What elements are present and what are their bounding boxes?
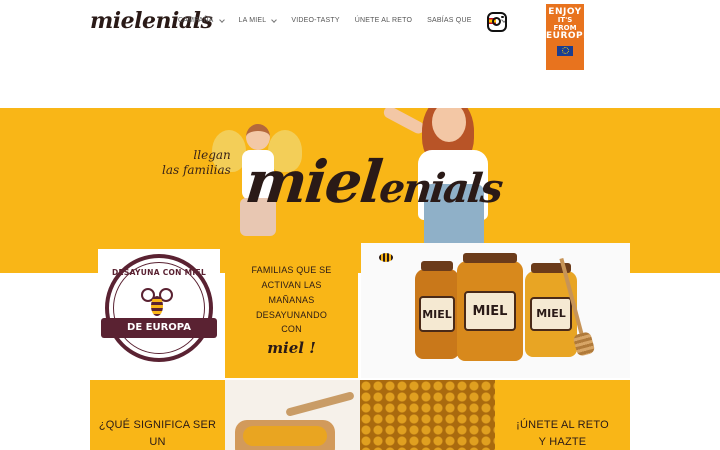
breakfast-line2: ACTIVAN LAS [261,279,322,290]
breakfast-message-tile[interactable]: FAMILIAS QUE SE ACTIVAN LAS MAÑANAS DESA… [225,243,358,378]
honey-toast-image[interactable] [225,380,360,450]
nav-item-campana[interactable]: CAMPAÑA [178,16,225,24]
nav-item-unete-al-reto[interactable]: ÚNETE AL RETO [355,17,412,24]
girl-head [246,124,270,150]
meaning-line2: UN [149,435,166,448]
hero-tagline: llegan las familias [162,148,231,178]
seal-band-text: DE EUROPA [101,318,217,338]
bee-icon [379,253,393,262]
breakfast-line3: MAÑANAS [268,294,315,305]
nav-item-video-tasty[interactable]: VIDEO-TASTY [291,17,339,24]
chevron-down-icon [271,16,278,23]
site-header: mielenials CAMPAÑA LA MIEL VIDEO-TASTY Ú… [0,0,720,108]
bee-icon [141,288,173,316]
honey-jars-tile[interactable]: MIEL MIEL MIEL [361,243,630,378]
breakfast-line5: CON [281,324,302,335]
main-nav: CAMPAÑA LA MIEL VIDEO-TASTY ÚNETE AL RET… [178,16,521,24]
eu-badge-line3: EUROPE [546,31,590,42]
hero-wordmark-main: miel [242,148,384,216]
breakfast-script: miel ! [267,339,316,358]
eu-badge-line2: IT'S FROM [553,16,577,32]
eu-flag-icon [557,45,573,56]
honey-jar-center: MIEL [457,253,523,361]
jar-label-left: MIEL [419,296,455,332]
desayuna-con-miel-seal-tile[interactable]: DESAYUNA CON MIEL DE EUROPA [98,249,220,377]
nav-label: CAMPAÑA [178,17,214,24]
challenge-line2: Y HAZTE [538,435,587,448]
hero-tagline-1: llegan [193,148,231,162]
enjoy-europe-badge[interactable]: ENJOY IT'S FROM EUROPE [546,4,590,70]
instagram-icon[interactable] [487,12,507,32]
nav-item-la-miel[interactable]: LA MIEL [238,16,278,24]
nav-label: VIDEO-TASTY [291,17,340,24]
seal-top-text: DESAYUNA CON MIEL [111,268,207,277]
breakfast-line1: FAMILIAS QUE SE [251,265,332,275]
meaning-tile[interactable]: ¿QUÉ SIGNIFICA SER UN [90,380,225,450]
honeycomb-image[interactable] [360,380,495,450]
honey-dipper [285,391,355,417]
chevron-down-icon [218,16,225,23]
hero-tagline-2: las familias [162,163,231,177]
challenge-tile[interactable]: ¡ÚNETE AL RETO Y HAZTE [495,380,630,450]
desayuna-seal: DESAYUNA CON MIEL DE EUROPA [101,254,217,362]
nav-label: ÚNETE AL RETO [354,17,413,24]
honey-dipper-head [572,331,596,357]
nav-label: LA MIEL [238,17,267,24]
honey-spread [243,426,327,446]
challenge-line1: ¡ÚNETE AL RETO [516,419,609,431]
breakfast-line4: DESAYUNANDO [255,309,328,320]
nav-item-sabias-que[interactable]: SABÍAS QUE [427,17,471,24]
meaning-line1: ¿QUÉ SIGNIFICA SER [98,419,217,431]
jar-label-right: MIEL [530,296,572,332]
hero-wordmark-rest: enials [377,165,504,212]
honey-jar-left: MIEL [415,261,459,359]
jar-label-center: MIEL [463,291,517,331]
hero-wordmark: mielenials [242,148,505,216]
woman-arm [381,108,427,136]
nav-label: SABÍAS QUE [427,17,472,24]
